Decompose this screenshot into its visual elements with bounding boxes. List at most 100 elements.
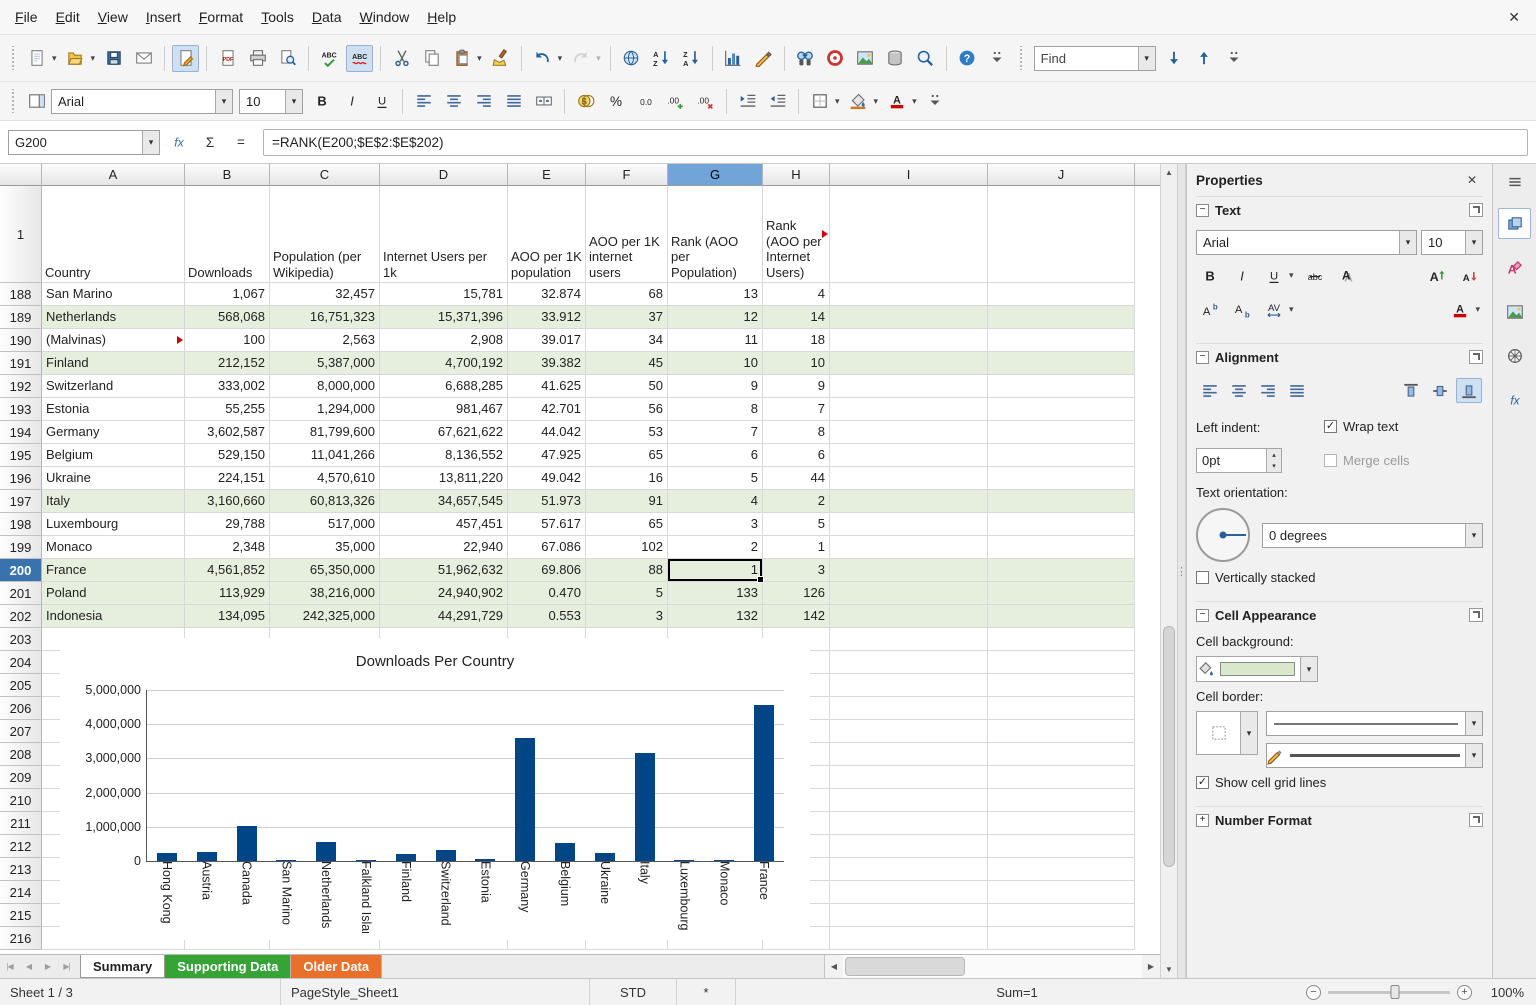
menu-insert[interactable]: Insert xyxy=(137,4,190,30)
chart-bar-netherlands[interactable] xyxy=(316,841,337,861)
gallery-button[interactable] xyxy=(851,44,880,73)
cell-A192[interactable]: Switzerland xyxy=(42,375,185,398)
cell-C192[interactable]: 8,000,000 xyxy=(270,375,380,398)
underline-button[interactable]: U xyxy=(367,87,396,116)
zoom-in-icon[interactable]: + xyxy=(1457,984,1472,1000)
wrap-text-checkbox[interactable]: ✓ Wrap text xyxy=(1324,419,1483,434)
row-header-190[interactable]: 190 xyxy=(0,329,42,352)
cell-D195[interactable]: 8,136,552 xyxy=(380,444,508,467)
horizontal-scroll-thumb[interactable] xyxy=(845,957,965,976)
vertical-scroll-thumb[interactable] xyxy=(1163,625,1175,868)
bold-button[interactable]: B xyxy=(1196,262,1224,289)
cell-C199[interactable]: 35,000 xyxy=(270,536,380,559)
cell-J207[interactable] xyxy=(988,720,1135,743)
cell-G190[interactable]: 11 xyxy=(668,329,763,352)
menu-help[interactable]: Help xyxy=(418,4,465,30)
cell-E190[interactable]: 39.017 xyxy=(508,329,586,352)
collapse-text-section-icon[interactable]: − xyxy=(1196,203,1209,217)
cell-C198[interactable]: 517,000 xyxy=(270,513,380,536)
cell-G188[interactable]: 13 xyxy=(668,283,763,306)
zoom-level[interactable]: 100% xyxy=(1480,985,1536,1000)
menu-data[interactable]: Data xyxy=(303,4,351,30)
zoom-slider-thumb[interactable] xyxy=(1390,985,1400,999)
cell-F201[interactable]: 5 xyxy=(586,582,668,605)
cell-D192[interactable]: 6,688,285 xyxy=(380,375,508,398)
cell-F193[interactable]: 56 xyxy=(586,398,668,421)
background-color-dropdown-icon[interactable]: ▾ xyxy=(1300,657,1317,681)
cell-C1[interactable]: Population (per Wikipedia) xyxy=(270,186,380,283)
cell-I189[interactable] xyxy=(830,306,988,329)
row-header-201[interactable]: 201 xyxy=(0,582,42,605)
align-right-button[interactable] xyxy=(1254,377,1282,404)
cell-A188[interactable]: San Marino xyxy=(42,283,185,306)
cell-G1[interactable]: Rank (AOO per Population) xyxy=(668,186,763,283)
merge-cells-button[interactable] xyxy=(529,87,558,116)
scroll-left-icon[interactable]: ◀ xyxy=(825,955,843,978)
clone-formatting-button[interactable] xyxy=(486,44,515,73)
grow-font-button[interactable]: A xyxy=(1423,262,1451,289)
cell-E199[interactable]: 67.086 xyxy=(508,536,586,559)
cell-F188[interactable]: 68 xyxy=(586,283,668,306)
open-button[interactable]: ▾ xyxy=(61,44,99,73)
alignment-dialog-launcher-icon[interactable] xyxy=(1469,350,1483,364)
cell-I208[interactable] xyxy=(830,743,988,766)
cell-I202[interactable] xyxy=(830,605,988,628)
row-header-196[interactable]: 196 xyxy=(0,467,42,490)
cell-F195[interactable]: 65 xyxy=(586,444,668,467)
background-color-button[interactable]: ▾ xyxy=(844,87,882,116)
cell-E196[interactable]: 49.042 xyxy=(508,467,586,490)
align-right-button[interactable] xyxy=(469,87,498,116)
cell-E1[interactable]: AOO per 1K population xyxy=(508,186,586,283)
column-header-H[interactable]: H xyxy=(763,164,830,186)
column-header-D[interactable]: D xyxy=(380,164,508,186)
cell-E191[interactable]: 39.382 xyxy=(508,352,586,375)
vertically-stacked-checkbox[interactable]: Vertically stacked xyxy=(1196,570,1483,585)
navigator-deck-icon[interactable] xyxy=(1498,340,1531,371)
cell-J213[interactable] xyxy=(988,858,1135,881)
cell-I196[interactable] xyxy=(830,467,988,490)
gallery-deck-icon[interactable] xyxy=(1498,296,1531,327)
cell-C191[interactable]: 5,387,000 xyxy=(270,352,380,375)
zoom-out-icon[interactable]: − xyxy=(1306,984,1321,1000)
embedded-chart[interactable]: Downloads Per Country 5,000,000 4,000,000… xyxy=(60,638,810,940)
cell-I212[interactable] xyxy=(830,835,988,858)
cell-A195[interactable]: Belgium xyxy=(42,444,185,467)
row-header-200[interactable]: 200 xyxy=(0,559,42,582)
align-justify-button[interactable] xyxy=(1283,377,1311,404)
cell-I199[interactable] xyxy=(830,536,988,559)
cell-H195[interactable]: 6 xyxy=(763,444,830,467)
cell-A191[interactable]: Finland xyxy=(42,352,185,375)
cell-H193[interactable]: 7 xyxy=(763,398,830,421)
grid-corner[interactable] xyxy=(0,164,42,186)
find-input[interactable]: Find ▾ xyxy=(1033,45,1156,71)
cell-G201[interactable]: 133 xyxy=(668,582,763,605)
sidebar-menu-icon[interactable] xyxy=(1501,170,1529,194)
cell-C200[interactable]: 65,350,000 xyxy=(270,559,380,582)
zoom-button[interactable] xyxy=(911,44,940,73)
cell-D198[interactable]: 457,451 xyxy=(380,513,508,536)
row-header-207[interactable]: 207 xyxy=(0,720,42,743)
row-header-208[interactable]: 208 xyxy=(0,743,42,766)
font-color-dropdown-icon[interactable]: ▾ xyxy=(910,96,919,107)
strikethrough-button[interactable]: abc xyxy=(1301,262,1329,289)
cell-C195[interactable]: 11,041,266 xyxy=(270,444,380,467)
column-header-A[interactable]: A xyxy=(42,164,185,186)
cell-G191[interactable]: 10 xyxy=(668,352,763,375)
status-selection-mode[interactable]: STD xyxy=(590,985,676,1000)
cell-I209[interactable] xyxy=(830,766,988,789)
scroll-up-icon[interactable]: ▲ xyxy=(1161,164,1177,181)
undo-dropdown-icon[interactable]: ▾ xyxy=(556,53,565,64)
text-orientation-select[interactable]: 0 degrees ▾ xyxy=(1262,522,1483,548)
last-sheet-icon[interactable]: ▶| xyxy=(57,955,76,978)
cell-I213[interactable] xyxy=(830,858,988,881)
cell-J205[interactable] xyxy=(988,674,1135,697)
cell-J215[interactable] xyxy=(988,904,1135,927)
cell-I191[interactable] xyxy=(830,352,988,375)
previous-sheet-icon[interactable]: ◀ xyxy=(19,955,38,978)
cell-C188[interactable]: 32,457 xyxy=(270,283,380,306)
subscript-button[interactable]: Ab xyxy=(1228,296,1256,323)
chart-bar-france[interactable] xyxy=(754,705,775,861)
borders-button[interactable]: ▾ xyxy=(805,87,843,116)
cell-C196[interactable]: 4,570,610 xyxy=(270,467,380,490)
cell-G196[interactable]: 5 xyxy=(668,467,763,490)
